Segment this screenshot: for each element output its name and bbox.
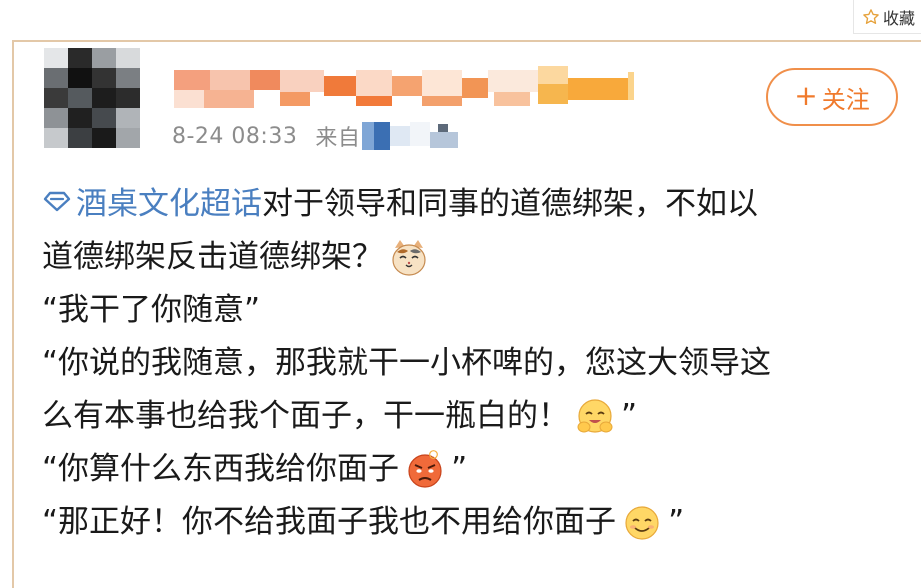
post-text-close-quote: ” — [451, 451, 468, 487]
source-prefix: 来自 — [315, 126, 361, 151]
avatar[interactable] — [44, 48, 140, 148]
post-text: “你算什么东西我给你面子 — [42, 451, 400, 487]
supertopic-link[interactable]: 酒桌文化超话 — [42, 178, 262, 231]
source-redacted[interactable] — [362, 122, 472, 150]
angry-face-emoji — [405, 449, 445, 490]
post-line: 么有本事也给我个面子，干一瓶白的！ ” — [42, 390, 902, 443]
post-text: “你说的我随意，那我就干一小杯啤的，您这大领导这 — [42, 345, 772, 381]
follow-label: 关注 — [821, 85, 870, 114]
hugging-face-emoji — [575, 397, 615, 437]
star-outline-icon — [862, 8, 880, 26]
smiling-face-emoji — [622, 503, 662, 543]
post-meta: 8-24 08:33 来自 — [172, 122, 472, 151]
username-redacted[interactable] — [174, 66, 634, 110]
post-line: “你说的我随意，那我就干一小杯啤的，您这大领导这 — [42, 337, 902, 390]
post-timestamp: 8-24 08:33 — [172, 123, 298, 149]
post-text: 道德绑架反击道德绑架？ — [42, 239, 383, 275]
post-text-close-quote: ” — [621, 398, 638, 434]
post-body: 酒桌文化超话 对于领导和同事的道德绑架，不如以 道德绑架反击道德绑架？ “我干了… — [42, 178, 902, 549]
post-line: 酒桌文化超话 对于领导和同事的道德绑架，不如以 — [42, 178, 902, 231]
post-line: “我干了你随意” — [42, 284, 902, 337]
supertopic-name: 酒桌文化超话 — [76, 186, 262, 222]
supertopic-diamond-icon — [42, 178, 72, 231]
post-text: “我干了你随意” — [42, 292, 261, 328]
post-text: 么有本事也给我个面子，干一瓶白的！ — [42, 398, 569, 434]
cat-face-emoji — [389, 238, 429, 278]
collect-label: 收藏 — [883, 8, 916, 28]
collect-button[interactable]: 收藏 — [853, 0, 921, 34]
post-text: 对于领导和同事的道德绑架，不如以 — [262, 186, 758, 222]
post-card: 8-24 08:33 来自 + 关注 酒桌文化超话 对于领导和同事的道德绑架，不… — [12, 40, 921, 588]
follow-button[interactable]: + 关注 — [766, 68, 898, 126]
post-text: “那正好！你不给我面子我也不用给你面子 — [42, 504, 617, 540]
post-line: 道德绑架反击道德绑架？ — [42, 231, 902, 284]
screenshot: 收藏 8-24 08:33 来自 + 关注 酒桌文化超话 对于领导和同事的道德绑… — [0, 0, 921, 588]
post-text-close-quote: ” — [668, 504, 685, 540]
post-line: “那正好！你不给我面子我也不用给你面子 ” — [42, 496, 902, 549]
post-line: “你算什么东西我给你面子 ” — [42, 443, 902, 496]
plus-icon: + — [794, 79, 818, 112]
